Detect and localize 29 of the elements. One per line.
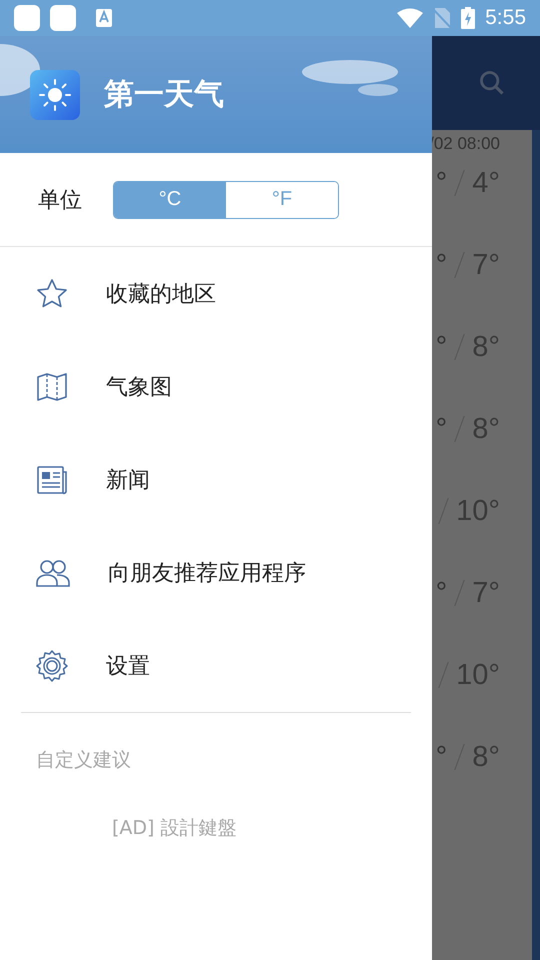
app-title: 第一天气 [104,76,224,114]
cloud-drawing [0,44,40,96]
wifi-icon [397,8,424,28]
faded-ad-text: [AD] 設計鍵盤 [111,816,238,841]
low-temperature: ° [436,412,448,446]
low-temperature: ° [436,166,448,200]
keyboard-icon [96,9,112,27]
menu-item[interactable]: 新闻 [0,433,432,526]
notification-icon [14,5,40,31]
star-icon [36,278,68,310]
menu-item[interactable]: 向朋友推荐应用程序 [0,526,432,619]
menu-item[interactable]: 气象图 [0,340,432,433]
no-sim-icon [433,8,452,28]
menu-item[interactable]: 设置 [0,619,432,712]
settings-icon [36,650,68,682]
low-temperature: ° [436,740,448,774]
unit-label: 单位 [38,186,83,214]
low-temperature: ° [436,576,448,610]
faded-menu-text: 自定义建议 [35,748,132,773]
map-icon [36,370,68,402]
newspaper-icon [36,464,68,496]
clock: 5:55 [485,6,526,30]
low-temperature: ° [436,330,448,364]
sun-app-icon [30,70,80,120]
menu-item[interactable]: 收藏的地区 [0,247,432,340]
notification-icon [50,5,76,31]
battery-charging-icon [461,7,476,29]
search-icon[interactable] [478,69,506,97]
low-temperature: ° [436,248,448,282]
